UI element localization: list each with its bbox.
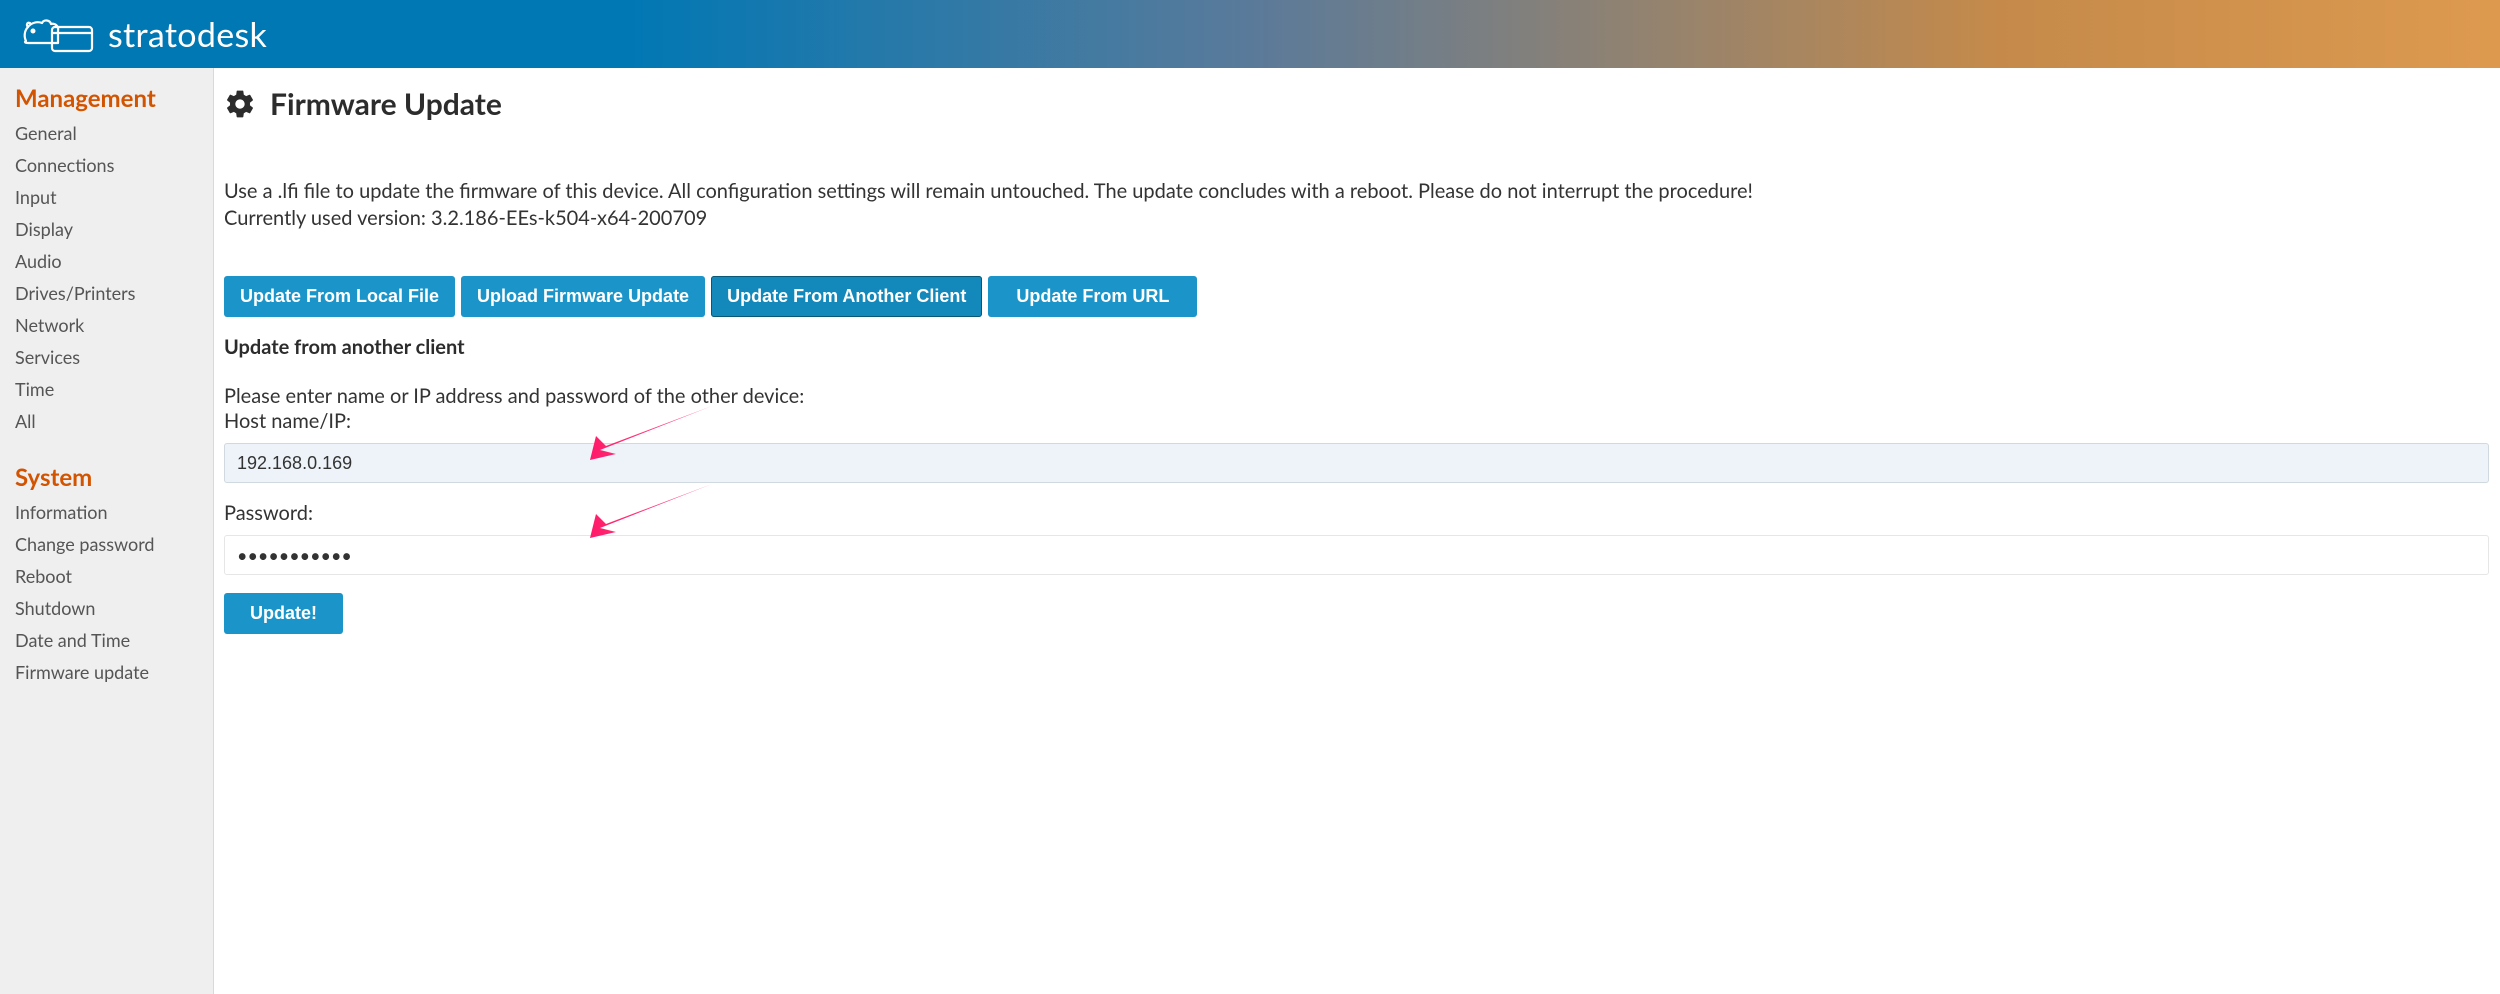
page-description: Use a .lfi file to update the firmware o… — [224, 178, 2500, 232]
gear-icon — [224, 88, 256, 120]
tab-url[interactable]: Update From URL — [988, 276, 1197, 317]
brand-name: stratodesk — [108, 14, 267, 55]
host-label: Host name/IP: — [224, 409, 2500, 433]
password-input[interactable] — [224, 535, 2489, 575]
sidebar-item-date-time[interactable]: Date and Time — [0, 624, 213, 656]
host-input[interactable] — [224, 443, 2489, 483]
page-title-row: Firmware Update — [224, 86, 2500, 122]
tab-upload[interactable]: Upload Firmware Update — [461, 276, 705, 317]
sidebar: Management General Connections Input Dis… — [0, 68, 214, 994]
submit-button[interactable]: Update! — [224, 593, 343, 634]
sidebar-item-firmware-update[interactable]: Firmware update — [0, 656, 213, 688]
sidebar-item-information[interactable]: Information — [0, 496, 213, 528]
sidebar-item-network[interactable]: Network — [0, 309, 213, 341]
sidebar-item-connections[interactable]: Connections — [0, 149, 213, 181]
form-instruction: Please enter name or IP address and pass… — [224, 383, 2500, 409]
page-title: Firmware Update — [270, 86, 502, 122]
desc-line2: Currently used version: 3.2.186-EEs-k504… — [224, 206, 707, 230]
main-content: Firmware Update Use a .lfi file to updat… — [214, 68, 2500, 994]
sidebar-item-display[interactable]: Display — [0, 213, 213, 245]
bear-logo-icon — [18, 11, 96, 57]
sidebar-item-input[interactable]: Input — [0, 181, 213, 213]
brand-logo: stratodesk — [18, 11, 267, 57]
sidebar-item-change-password[interactable]: Change password — [0, 528, 213, 560]
form-heading: Update from another client — [224, 335, 2500, 359]
desc-line1: Use a .lfi file to update the firmware o… — [224, 179, 1753, 203]
sidebar-section-management: Management — [0, 80, 213, 117]
sidebar-item-general[interactable]: General — [0, 117, 213, 149]
sidebar-item-services[interactable]: Services — [0, 341, 213, 373]
sidebar-section-system: System — [0, 459, 213, 496]
sidebar-item-drives-printers[interactable]: Drives/Printers — [0, 277, 213, 309]
sidebar-item-audio[interactable]: Audio — [0, 245, 213, 277]
tab-row: Update From Local File Upload Firmware U… — [224, 276, 2500, 317]
app-header: stratodesk — [0, 0, 2500, 68]
tab-another-client[interactable]: Update From Another Client — [711, 276, 982, 317]
sidebar-item-all[interactable]: All — [0, 405, 213, 437]
sidebar-item-reboot[interactable]: Reboot — [0, 560, 213, 592]
sidebar-item-time[interactable]: Time — [0, 373, 213, 405]
password-label: Password: — [224, 501, 2500, 525]
sidebar-item-shutdown[interactable]: Shutdown — [0, 592, 213, 624]
tab-local-file[interactable]: Update From Local File — [224, 276, 455, 317]
